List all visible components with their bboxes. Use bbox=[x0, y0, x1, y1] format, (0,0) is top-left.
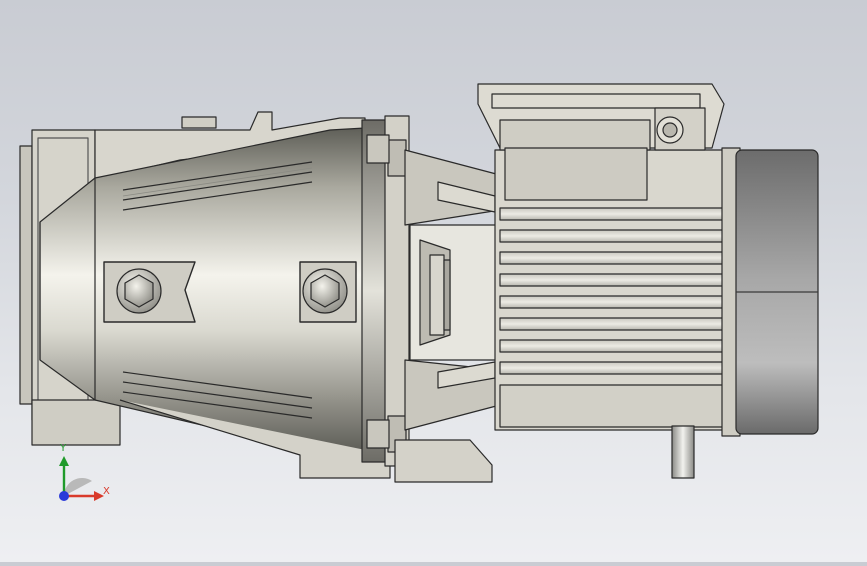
motor-bracket bbox=[394, 149, 501, 483]
motor-fan-cover bbox=[721, 147, 819, 437]
cad-viewport[interactable]: X Y bbox=[0, 0, 867, 562]
triad-z-origin bbox=[59, 491, 69, 501]
coordinate-triad bbox=[59, 456, 104, 501]
drain-plug-right bbox=[299, 261, 357, 323]
motor-housing bbox=[477, 83, 731, 479]
drain-plug-left bbox=[103, 261, 196, 323]
pump-flange bbox=[361, 115, 410, 467]
pump-model-drawing[interactable] bbox=[0, 0, 867, 562]
triad-y-label: Y bbox=[60, 443, 67, 454]
triad-y-arrowhead bbox=[59, 456, 69, 466]
triad-x-label: X bbox=[103, 486, 110, 497]
